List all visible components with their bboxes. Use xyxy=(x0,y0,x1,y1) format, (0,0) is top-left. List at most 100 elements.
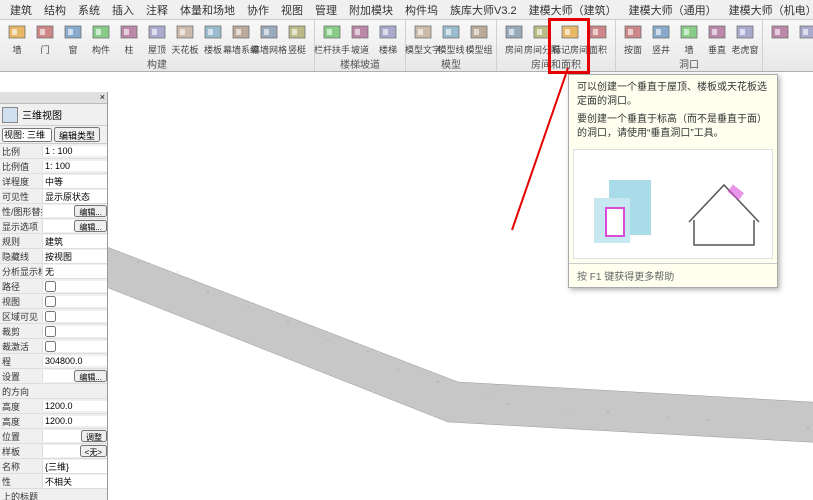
roof-icon xyxy=(146,22,168,42)
prop-value[interactable] xyxy=(42,311,107,322)
ribbon-mullion-button[interactable]: 竖梃 xyxy=(284,22,310,56)
ribbon-group-label: 构建 xyxy=(147,56,167,71)
prop-checkbox[interactable] xyxy=(45,281,56,292)
prop-edit-button[interactable]: 编辑... xyxy=(74,370,107,382)
prop-edit-button[interactable]: 编辑... xyxy=(74,220,107,232)
menu-item[interactable]: 结构 xyxy=(38,2,72,18)
ribbon-column-button[interactable]: 柱 xyxy=(116,22,142,56)
ribbon-group-label: 楼梯坡道 xyxy=(340,56,380,71)
prop-value[interactable]: 显示原状态 xyxy=(42,190,107,203)
prop-edit-button[interactable]: 编辑... xyxy=(74,205,107,217)
tooltip-line1: 可以创建一个垂直于屋顶、楼板或天花板选定面的洞口。 xyxy=(577,81,769,109)
ribbon-railing-button[interactable]: 栏杆扶手 xyxy=(319,22,345,56)
ribbon-grid-button[interactable] xyxy=(795,22,813,56)
menu-item[interactable]: 管理 xyxy=(309,2,343,18)
ribbon-component-button[interactable]: 构件 xyxy=(88,22,114,56)
prop-label: 的方向 xyxy=(0,385,42,398)
prop-value[interactable]: 1: 100 xyxy=(42,161,107,171)
prop-label: 上的标题 xyxy=(0,490,42,500)
prop-value[interactable]: 304800.0 xyxy=(42,356,107,366)
tag-room-icon xyxy=(559,22,581,42)
menu-item[interactable]: 体量和场地 xyxy=(174,2,241,18)
properties-panel: × 三维视图 编辑类型 比例1 : 100比例值1: 100详程度中等可见性显示… xyxy=(0,92,108,500)
prop-none-button[interactable]: <无> xyxy=(80,445,107,457)
property-row: 高度1200.0 xyxy=(0,399,107,414)
prop-checkbox[interactable] xyxy=(45,326,56,337)
prop-checkbox[interactable] xyxy=(45,296,56,307)
prop-value[interactable]: 按视图 xyxy=(42,250,107,263)
menu-item[interactable]: 附加模块 xyxy=(343,2,399,18)
ribbon-vertical-button[interactable]: 垂直 xyxy=(704,22,730,56)
menu-item[interactable]: 注释 xyxy=(140,2,174,18)
menu-item[interactable]: 系统 xyxy=(72,2,106,18)
prop-value[interactable]: 编辑... xyxy=(42,205,107,217)
menu-item[interactable]: 协作 xyxy=(241,2,275,18)
mullion-icon xyxy=(286,22,308,42)
ribbon-group: 栏杆扶手坡道楼梯楼梯坡道 xyxy=(315,20,406,71)
ribbon-by-face-button[interactable]: 按面 xyxy=(620,22,646,56)
ribbon-label: 天花板 xyxy=(172,43,199,56)
prop-value[interactable]: <无> xyxy=(42,445,107,457)
ribbon-label: 按面 xyxy=(624,43,642,56)
prop-value[interactable]: 1200.0 xyxy=(42,416,107,426)
ribbon-label: 老虎窗 xyxy=(732,43,759,56)
prop-checkbox[interactable] xyxy=(45,311,56,322)
menu-item[interactable]: 建模大师（建筑） xyxy=(523,2,623,18)
ribbon-wall-opening-button[interactable]: 墙 xyxy=(676,22,702,56)
property-row: 区域可见 xyxy=(0,309,107,324)
filter-input[interactable] xyxy=(2,128,52,142)
prop-value[interactable]: 1200.0 xyxy=(42,401,107,411)
prop-value[interactable]: 编辑... xyxy=(42,370,107,382)
ribbon-area-button[interactable]: 面积 xyxy=(585,22,611,56)
ceiling-icon xyxy=(174,22,196,42)
ribbon-model-text-button[interactable]: 模型文字 xyxy=(410,22,436,56)
ribbon-label: 模型文字 xyxy=(405,43,441,56)
ribbon-stair-button[interactable]: 楼梯 xyxy=(375,22,401,56)
ribbon-model-line-button[interactable]: 模型线 xyxy=(438,22,464,56)
prop-value[interactable] xyxy=(42,296,107,307)
prop-value[interactable]: {三维} xyxy=(42,460,107,473)
ribbon-door-button[interactable]: 门 xyxy=(32,22,58,56)
property-row: 分析显示样式无 xyxy=(0,264,107,279)
menu-item[interactable]: 建模大师（通用） xyxy=(623,2,723,18)
ribbon-tag-room-button[interactable]: 标记房间 xyxy=(557,22,583,56)
menu-bar: 建筑 结构 系统 插入 注释 体量和场地 协作 视图 管理 附加模块 构件坞 族… xyxy=(0,0,813,20)
ribbon-level-button[interactable] xyxy=(767,22,793,56)
prop-value[interactable]: 建筑 xyxy=(42,235,107,248)
prop-value[interactable] xyxy=(42,281,107,292)
prop-value[interactable]: 中等 xyxy=(42,175,107,188)
prop-value[interactable]: 编辑... xyxy=(42,220,107,232)
ribbon-model-group-button[interactable]: 模型组 xyxy=(466,22,492,56)
prop-checkbox[interactable] xyxy=(45,341,56,352)
menu-item[interactable]: 族库大师V3.2 xyxy=(444,2,523,18)
ribbon-wall-button[interactable]: 墙 xyxy=(4,22,30,56)
ribbon-curtain-grid-button[interactable]: 幕墙网格 xyxy=(256,22,282,56)
ribbon-roof-button[interactable]: 屋顶 xyxy=(144,22,170,56)
prop-value[interactable]: 不相关 xyxy=(42,475,107,488)
prop-label: 位置 xyxy=(0,430,42,443)
ribbon-ceiling-button[interactable]: 天花板 xyxy=(172,22,198,56)
ribbon-shaft-button[interactable]: 竖井 xyxy=(648,22,674,56)
curtain-grid-icon xyxy=(258,22,280,42)
menu-item[interactable]: 插入 xyxy=(106,2,140,18)
prop-value[interactable] xyxy=(42,341,107,352)
menu-item[interactable]: 建筑 xyxy=(4,2,38,18)
ribbon-window-button[interactable]: 窗 xyxy=(60,22,86,56)
edit-type-button[interactable]: 编辑类型 xyxy=(54,127,100,142)
menu-item[interactable]: 构件坞 xyxy=(399,2,444,18)
prop-value[interactable]: 1 : 100 xyxy=(42,146,107,156)
menu-item[interactable]: 建模大师（机电） xyxy=(723,2,813,18)
prop-label: 详程度 xyxy=(0,175,42,188)
panel-close[interactable]: × xyxy=(0,92,107,104)
prop-value[interactable] xyxy=(42,326,107,337)
ribbon-dormer-button[interactable]: 老虎窗 xyxy=(732,22,758,56)
property-row: 裁激活 xyxy=(0,339,107,354)
prop-value[interactable]: 调整 xyxy=(42,430,107,442)
property-row: 显示选项编辑... xyxy=(0,219,107,234)
level-icon xyxy=(769,22,791,42)
prop-value[interactable]: 无 xyxy=(42,265,107,278)
menu-item[interactable]: 视图 xyxy=(275,2,309,18)
view-header[interactable]: 三维视图 xyxy=(0,104,107,126)
ribbon-ramp-button[interactable]: 坡道 xyxy=(347,22,373,56)
prop-adjust-button[interactable]: 调整 xyxy=(81,430,107,442)
